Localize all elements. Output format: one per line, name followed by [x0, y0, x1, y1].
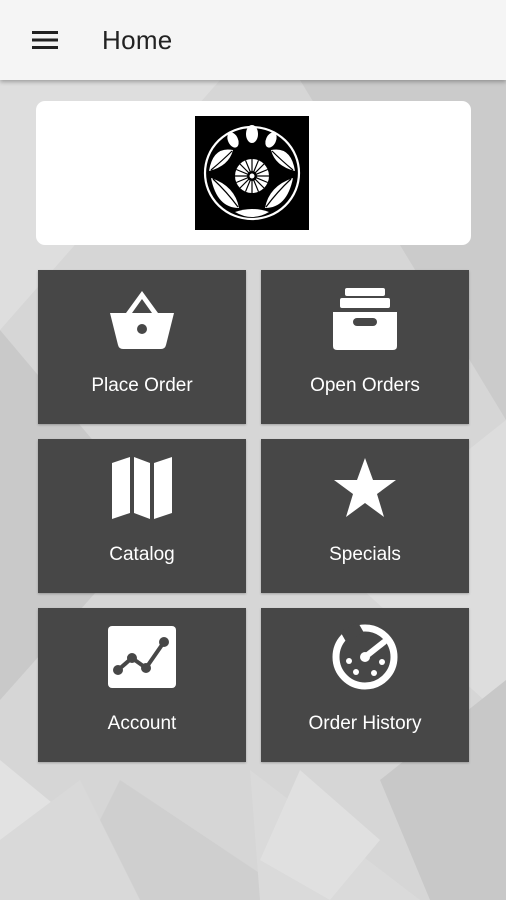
basket-icon [110, 291, 174, 349]
app-bar: Home [0, 0, 506, 80]
open-orders-label: Open Orders [310, 375, 420, 396]
inbox-tray-icon [333, 288, 397, 350]
logo-card [36, 101, 471, 245]
line-chart-icon [108, 626, 176, 688]
history-dial-icon [332, 622, 398, 690]
star-icon [334, 458, 396, 517]
open-orders-tile[interactable]: Open Orders [261, 270, 469, 424]
order-history-label: Order History [308, 713, 422, 734]
hamburger-menu-icon [32, 31, 58, 49]
place-order-label: Place Order [91, 375, 193, 396]
page-title: Home [102, 25, 173, 55]
menu-button[interactable] [22, 20, 68, 60]
specials-label: Specials [329, 544, 401, 565]
specials-tile[interactable]: Specials [261, 439, 469, 593]
map-icon [112, 457, 172, 519]
catalog-label: Catalog [109, 544, 175, 565]
place-order-tile[interactable]: Place Order [38, 270, 246, 424]
crest-logo [195, 116, 309, 230]
catalog-tile[interactable]: Catalog [38, 439, 246, 593]
order-history-tile[interactable]: Order History [261, 608, 469, 762]
account-label: Account [107, 713, 177, 734]
account-tile[interactable]: Account [38, 608, 246, 762]
